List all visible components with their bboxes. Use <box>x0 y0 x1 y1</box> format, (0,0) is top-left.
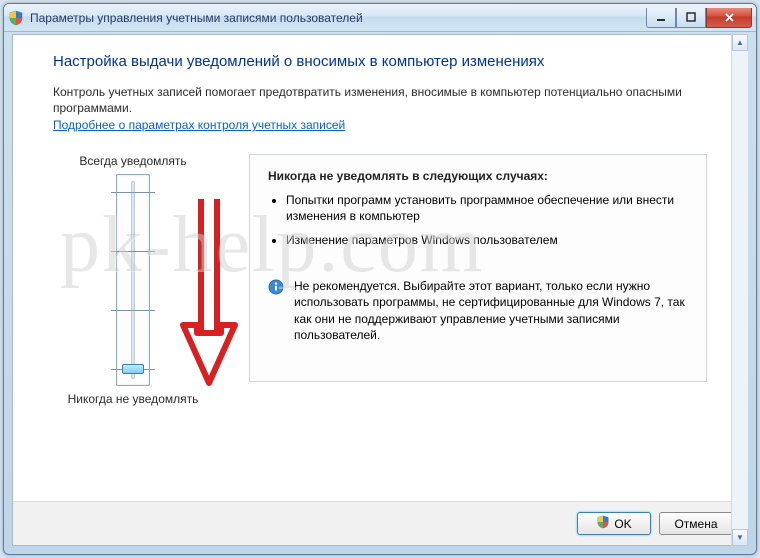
bullet-item: Изменение параметров Windows пользовател… <box>286 233 688 249</box>
scroll-up-button[interactable]: ▲ <box>732 34 748 51</box>
footer: OK Отмена <box>13 501 747 545</box>
uac-slider[interactable] <box>116 174 150 386</box>
intro-text: Контроль учетных записей помогает предот… <box>53 84 707 116</box>
ok-button[interactable]: OK <box>577 512 651 535</box>
window-title: Параметры управления учетными записями п… <box>30 11 646 25</box>
description-heading: Никогда не уведомлять в следующих случая… <box>268 169 688 183</box>
description-box: Никогда не уведомлять в следующих случая… <box>249 154 707 382</box>
maximize-button[interactable] <box>676 8 706 28</box>
slider-label-always: Всегда уведомлять <box>79 154 186 168</box>
titlebar[interactable]: Параметры управления учетными записями п… <box>4 4 756 32</box>
ok-button-label: OK <box>614 517 631 531</box>
vertical-scrollbar[interactable]: ▲ ▼ <box>731 34 748 546</box>
bullet-item: Попытки программ установить программное … <box>286 193 688 224</box>
close-button[interactable] <box>706 8 752 28</box>
info-icon <box>268 279 284 295</box>
uac-shield-icon <box>8 10 24 26</box>
cancel-button[interactable]: Отмена <box>659 512 733 535</box>
window-chrome: Параметры управления учетными записями п… <box>3 3 757 555</box>
slider-thumb[interactable] <box>122 364 144 374</box>
slider-label-never: Никогда не уведомлять <box>68 392 199 406</box>
client-area: Настройка выдачи уведомлений о вносимых … <box>12 34 748 546</box>
slider-tick <box>111 251 155 252</box>
slider-tick <box>111 310 155 311</box>
page-title: Настройка выдачи уведомлений о вносимых … <box>53 53 707 70</box>
slider-column: Всегда уведомлять Никогда не уведомлять <box>53 154 213 406</box>
description-bullets: Попытки программ установить программное … <box>268 193 688 248</box>
uac-shield-icon <box>596 515 610 532</box>
minimize-button[interactable] <box>646 8 676 28</box>
help-link[interactable]: Подробнее о параметрах контроля учетных … <box>53 118 345 132</box>
recommendation-text: Не рекомендуется. Выбирайте этот вариант… <box>294 278 688 343</box>
window-buttons <box>646 8 752 28</box>
content: Настройка выдачи уведомлений о вносимых … <box>13 35 747 501</box>
slider-area: Всегда уведомлять Никогда не уведомлять … <box>53 154 707 406</box>
scroll-down-button[interactable]: ▼ <box>732 529 748 546</box>
slider-tick <box>111 192 155 193</box>
cancel-button-label: Отмена <box>674 517 717 531</box>
slider-groove <box>131 181 135 379</box>
recommendation-row: Не рекомендуется. Выбирайте этот вариант… <box>268 278 688 343</box>
